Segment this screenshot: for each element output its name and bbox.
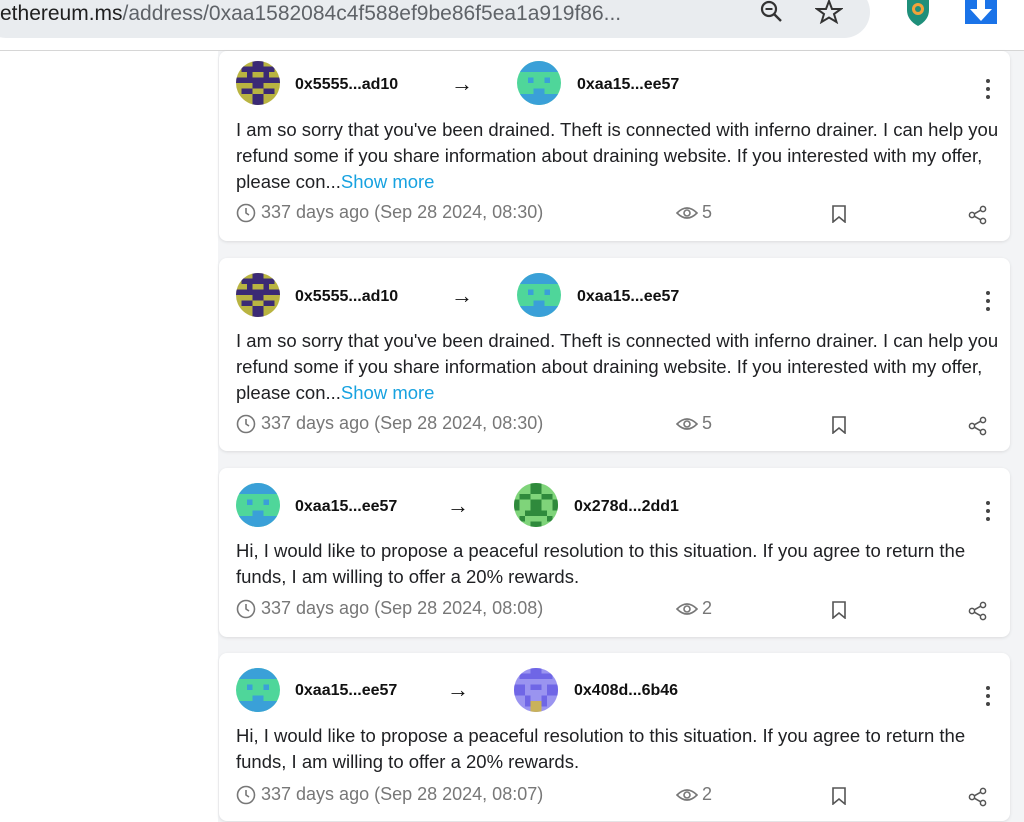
arrow-right-icon: → [451, 71, 473, 96]
card-header: 0xaa15...ee57 → 0x278d...2dd1 [219, 468, 1010, 527]
message-text: I am so sorry that you've been drained. … [236, 117, 1006, 195]
bookmark-icon[interactable] [832, 787, 846, 810]
more-options-icon[interactable] [980, 497, 996, 525]
address-bar[interactable]: ethereum.ms/address/0xaa1582084c4f588ef9… [0, 0, 870, 38]
clock-icon [236, 414, 256, 433]
recipient-address[interactable]: 0x278d...2dd1 [574, 498, 679, 516]
clock-icon [236, 599, 256, 618]
clock-icon [236, 203, 256, 222]
zoom-icon[interactable] [758, 0, 786, 24]
message-text: I am so sorry that you've been drained. … [236, 328, 1006, 406]
view-count-text: 5 [702, 202, 713, 222]
share-icon[interactable] [968, 787, 988, 812]
timestamp: 337 days ago (Sep 28 2024, 08:30) [236, 202, 543, 223]
view-count: 2 [676, 784, 712, 805]
share-icon[interactable] [968, 416, 988, 441]
view-count-text: 5 [702, 413, 713, 433]
left-pane [0, 51, 218, 822]
url-path: /address/0xaa1582084c4f588ef9be86f5ea1a9… [122, 2, 622, 25]
more-options-icon[interactable] [980, 682, 996, 710]
bookmark-icon[interactable] [832, 601, 846, 624]
eye-icon [676, 417, 698, 430]
timestamp-text: 337 days ago (Sep 28 2024, 08:07) [261, 784, 544, 804]
recipient-address[interactable]: 0xaa15...ee57 [577, 76, 679, 94]
recipient-address[interactable]: 0x408d...6b46 [574, 682, 678, 700]
message-card: 0x5555...ad10 → 0xaa15...ee57 I am so so… [219, 258, 1010, 451]
eye-icon [676, 788, 698, 801]
sender-address[interactable]: 0x5555...ad10 [295, 76, 398, 94]
url-host: ethereum.ms [0, 2, 123, 25]
download-icon[interactable] [965, 0, 997, 24]
eye-icon [676, 602, 698, 615]
sender-avatar[interactable] [236, 668, 280, 712]
view-count-text: 2 [702, 784, 713, 804]
more-options-icon[interactable] [980, 75, 996, 103]
share-icon[interactable] [968, 601, 988, 626]
message-body: Hi, I would like to propose a peaceful r… [236, 540, 966, 587]
message-body: Hi, I would like to propose a peaceful r… [236, 725, 966, 772]
recipient-avatar[interactable] [514, 483, 558, 527]
timestamp-text: 337 days ago (Sep 28 2024, 08:08) [261, 598, 544, 618]
message-card: 0xaa15...ee57 → 0x408d...6b46 Hi, I woul… [219, 653, 1010, 821]
message-card: 0xaa15...ee57 → 0x278d...2dd1 Hi, I woul… [219, 468, 1010, 637]
sender-avatar[interactable] [236, 61, 280, 105]
arrow-right-icon: → [447, 493, 469, 518]
card-footer: 337 days ago (Sep 28 2024, 08:08) 2 [236, 598, 1006, 624]
message-card: 0x5555...ad10 → 0xaa15...ee57 I am so so… [219, 51, 1010, 241]
bookmark-star-icon[interactable] [813, 0, 845, 25]
message-text: Hi, I would like to propose a peaceful r… [236, 538, 1006, 590]
recipient-avatar[interactable] [514, 668, 558, 712]
sender-address[interactable]: 0x5555...ad10 [295, 288, 398, 306]
arrow-right-icon: → [451, 283, 473, 308]
share-icon[interactable] [968, 205, 988, 230]
url-text[interactable]: ethereum.ms/address/0xaa1582084c4f588ef9… [0, 3, 621, 29]
card-footer: 337 days ago (Sep 28 2024, 08:07) 2 [236, 784, 1006, 810]
view-count: 5 [676, 202, 712, 223]
sender-avatar[interactable] [236, 273, 280, 317]
recipient-address[interactable]: 0xaa15...ee57 [577, 288, 679, 306]
card-header: 0x5555...ad10 → 0xaa15...ee57 [219, 258, 1010, 317]
card-header: 0x5555...ad10 → 0xaa15...ee57 [219, 51, 1010, 107]
card-footer: 337 days ago (Sep 28 2024, 08:30) 5 [236, 202, 1006, 228]
more-options-icon[interactable] [980, 287, 996, 315]
eye-icon [676, 206, 698, 219]
show-more-link[interactable]: Show more [341, 171, 435, 192]
recipient-avatar[interactable] [517, 273, 561, 317]
sender-address[interactable]: 0xaa15...ee57 [295, 498, 397, 516]
view-count: 2 [676, 598, 712, 619]
browser-toolbar: ethereum.ms/address/0xaa1582084c4f588ef9… [0, 0, 1024, 51]
message-text: Hi, I would like to propose a peaceful r… [236, 723, 1006, 775]
timestamp: 337 days ago (Sep 28 2024, 08:07) [236, 784, 543, 805]
timestamp-text: 337 days ago (Sep 28 2024, 08:30) [261, 413, 544, 433]
timestamp: 337 days ago (Sep 28 2024, 08:08) [236, 598, 543, 619]
timestamp: 337 days ago (Sep 28 2024, 08:30) [236, 413, 543, 434]
sender-avatar[interactable] [236, 483, 280, 527]
timestamp-text: 337 days ago (Sep 28 2024, 08:30) [261, 202, 544, 222]
card-footer: 337 days ago (Sep 28 2024, 08:30) 5 [236, 413, 1006, 439]
card-header: 0xaa15...ee57 → 0x408d...6b46 [219, 653, 1010, 712]
recipient-avatar[interactable] [517, 61, 561, 105]
bookmark-icon[interactable] [832, 205, 846, 228]
sender-address[interactable]: 0xaa15...ee57 [295, 682, 397, 700]
bookmark-icon[interactable] [832, 416, 846, 439]
clock-icon [236, 785, 256, 804]
view-count-text: 2 [702, 598, 713, 618]
view-count: 5 [676, 413, 712, 434]
extension-shield-icon[interactable] [903, 0, 933, 26]
arrow-right-icon: → [447, 677, 469, 702]
show-more-link[interactable]: Show more [341, 382, 435, 403]
